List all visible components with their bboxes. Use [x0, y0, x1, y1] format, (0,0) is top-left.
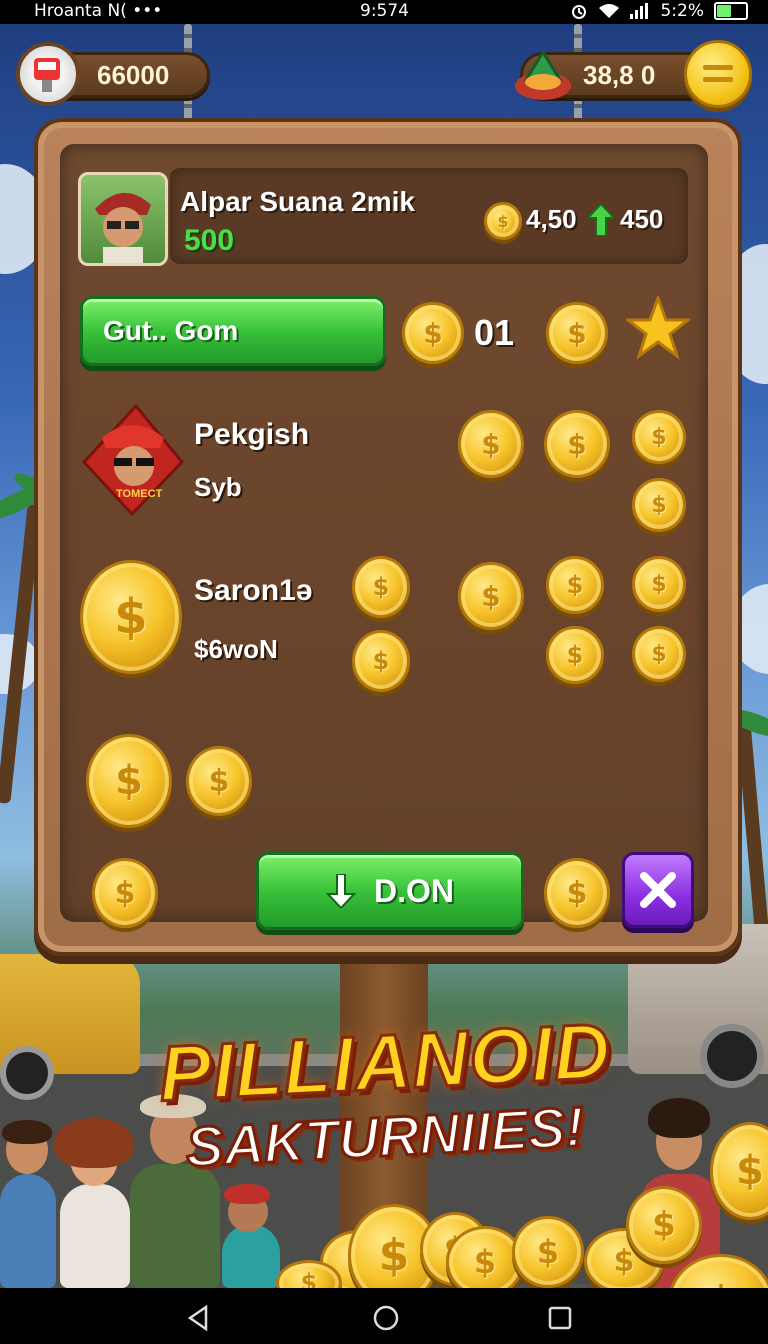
- collect-button-label: Gut.. Gom: [103, 315, 239, 346]
- left-currency-value: 66000: [97, 59, 170, 90]
- coin[interactable]: $: [352, 630, 410, 692]
- coin[interactable]: $: [86, 734, 172, 828]
- clock: 9:574: [360, 1, 409, 21]
- coin[interactable]: $: [544, 410, 610, 478]
- battery-percent: 5:2%: [660, 1, 704, 21]
- collect-button[interactable]: Gut.. Gom: [80, 296, 386, 366]
- coin[interactable]: $: [632, 556, 686, 612]
- row-title: Saron1ə: [194, 574, 313, 607]
- down-button-label: D.ON: [374, 872, 454, 909]
- coin[interactable]: $: [92, 858, 158, 928]
- row-subtitle: $6woN: [194, 634, 278, 664]
- coin[interactable]: $: [186, 746, 252, 816]
- coin[interactable]: $: [546, 302, 608, 364]
- robot-avatar-icon[interactable]: [16, 42, 80, 106]
- coin[interactable]: $: [352, 556, 410, 618]
- promo-banner: PILLIANOID SAKTURNIIES!: [150, 1005, 620, 1180]
- carrier-label: Hroanta N( •••: [34, 1, 163, 21]
- profile-gems: 450: [620, 204, 664, 234]
- signal-icon: [630, 3, 649, 19]
- coin[interactable]: $: [546, 556, 604, 614]
- battery-icon: [714, 2, 748, 20]
- treasure-icon: [512, 46, 574, 104]
- coin-icon: $: [484, 202, 522, 240]
- down-button[interactable]: D.ON: [256, 852, 524, 930]
- player-score: 500: [184, 224, 235, 257]
- profile-coins: 4,50: [526, 204, 577, 234]
- row-title: Pekgish: [194, 418, 310, 451]
- coin[interactable]: $: [458, 562, 524, 630]
- close-button[interactable]: [622, 852, 694, 928]
- coin[interactable]: $: [632, 626, 686, 682]
- tag-text: TOMECT: [116, 488, 163, 500]
- close-icon: [640, 872, 676, 908]
- recents-icon[interactable]: [546, 1304, 574, 1332]
- home-icon[interactable]: [372, 1304, 400, 1332]
- up-arrow-icon: [588, 204, 614, 236]
- counter-label: 01: [474, 312, 515, 353]
- red-cap-badge: TOMECT: [78, 402, 186, 518]
- menu-button[interactable]: [684, 40, 752, 108]
- row-subtitle: Syb: [194, 472, 242, 502]
- down-arrow-icon: [326, 874, 356, 908]
- coin[interactable]: $: [544, 858, 610, 928]
- hamburger-icon: [703, 65, 733, 82]
- player-name: Alpar Suana 2mik: [180, 186, 415, 217]
- back-icon[interactable]: [184, 1304, 212, 1332]
- coin[interactable]: $: [632, 478, 686, 532]
- wifi-icon: [599, 4, 620, 18]
- navigation-bar: [0, 1288, 768, 1344]
- large-coin[interactable]: $: [80, 560, 182, 674]
- status-bar: Hroanta N( ••• 9:574 5:2%: [0, 0, 768, 24]
- status-icons: 5:2%: [570, 1, 748, 21]
- star-icon[interactable]: [626, 296, 690, 360]
- right-currency-value: 38,8 0: [583, 59, 656, 90]
- alarm-icon: [572, 5, 587, 19]
- player-avatar[interactable]: [78, 172, 168, 266]
- coin[interactable]: $: [632, 410, 686, 464]
- coin[interactable]: $: [546, 626, 604, 684]
- coin[interactable]: $: [458, 410, 524, 478]
- coin[interactable]: $: [402, 302, 464, 364]
